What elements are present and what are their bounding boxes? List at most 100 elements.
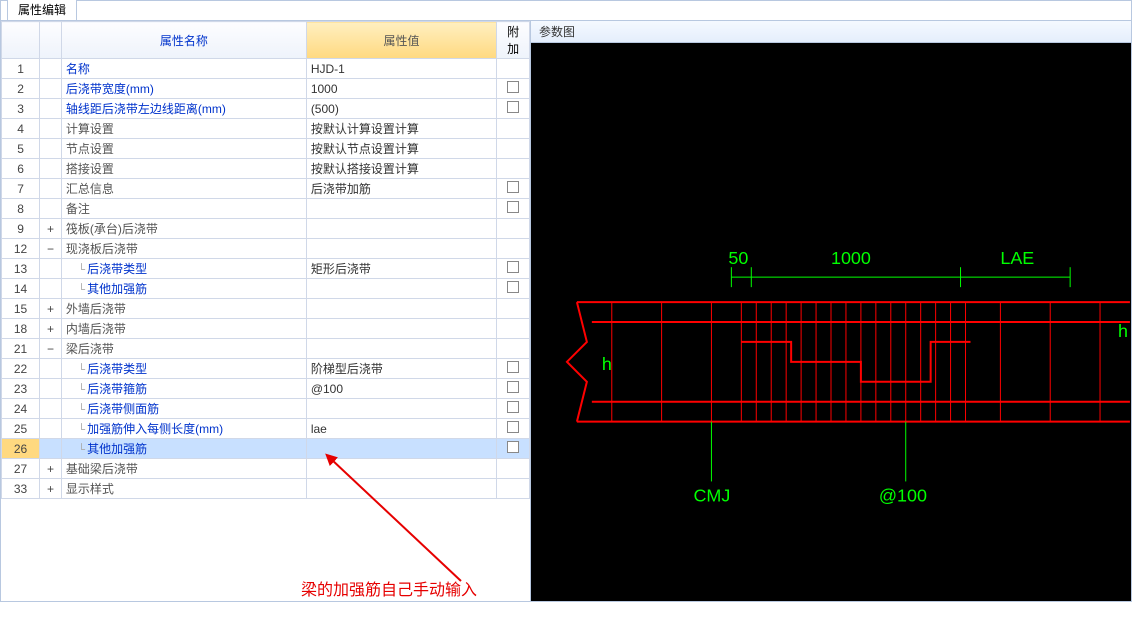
table-row[interactable]: 9+筏板(承台)后浇带 <box>2 219 530 239</box>
prop-name[interactable]: 名称 <box>61 59 306 79</box>
table-row[interactable]: 15+外墙后浇带 <box>2 299 530 319</box>
prop-name[interactable]: 备注 <box>61 199 306 219</box>
prop-value[interactable] <box>306 239 497 259</box>
prop-value[interactable]: 按默认计算设置计算 <box>306 119 497 139</box>
table-row[interactable]: 26其他加强筋 <box>2 439 530 459</box>
prop-name[interactable]: 后浇带侧面筋 <box>61 399 306 419</box>
prop-name[interactable]: 内墙后浇带 <box>61 319 306 339</box>
prop-name[interactable]: 搭接设置 <box>61 159 306 179</box>
table-row[interactable]: 6搭接设置按默认搭接设置计算 <box>2 159 530 179</box>
table-row[interactable]: 8备注 <box>2 199 530 219</box>
table-row[interactable]: 13后浇带类型矩形后浇带 <box>2 259 530 279</box>
property-grid[interactable]: 属性名称 属性值 附加 1名称HJD-12后浇带宽度(mm)10003轴线距后浇… <box>1 21 530 499</box>
expand-toggle[interactable]: + <box>40 459 62 479</box>
prop-value[interactable] <box>306 339 497 359</box>
prop-name[interactable]: 计算设置 <box>61 119 306 139</box>
prop-name[interactable]: 后浇带类型 <box>61 259 306 279</box>
checkbox-icon[interactable] <box>507 361 519 373</box>
prop-value[interactable] <box>306 319 497 339</box>
table-row[interactable]: 1名称HJD-1 <box>2 59 530 79</box>
table-row[interactable]: 18+内墙后浇带 <box>2 319 530 339</box>
expand-toggle[interactable]: − <box>40 339 62 359</box>
expand-toggle[interactable]: + <box>40 479 62 499</box>
checkbox-icon[interactable] <box>507 101 519 113</box>
checkbox-icon[interactable] <box>507 401 519 413</box>
prop-name[interactable]: 后浇带类型 <box>61 359 306 379</box>
expand-toggle[interactable]: − <box>40 239 62 259</box>
prop-value[interactable] <box>306 439 497 459</box>
prop-value[interactable] <box>306 299 497 319</box>
table-row[interactable]: 23后浇带箍筋@100 <box>2 379 530 399</box>
table-row[interactable]: 27+基础梁后浇带 <box>2 459 530 479</box>
tab-property-edit[interactable]: 属性编辑 <box>7 0 77 20</box>
expand-toggle[interactable]: + <box>40 319 62 339</box>
attach-cell[interactable] <box>497 179 530 199</box>
table-row[interactable]: 7汇总信息后浇带加筋 <box>2 179 530 199</box>
table-row[interactable]: 4计算设置按默认计算设置计算 <box>2 119 530 139</box>
attach-cell[interactable] <box>497 359 530 379</box>
prop-name[interactable]: 其他加强筋 <box>61 279 306 299</box>
attach-cell <box>497 319 530 339</box>
prop-name[interactable]: 基础梁后浇带 <box>61 459 306 479</box>
table-row[interactable]: 3轴线距后浇带左边线距离(mm)(500) <box>2 99 530 119</box>
table-row[interactable]: 2后浇带宽度(mm)1000 <box>2 79 530 99</box>
expand-toggle[interactable]: + <box>40 219 62 239</box>
checkbox-icon[interactable] <box>507 441 519 453</box>
prop-value[interactable] <box>306 479 497 499</box>
prop-name[interactable]: 筏板(承台)后浇带 <box>61 219 306 239</box>
table-row[interactable]: 12−现浇板后浇带 <box>2 239 530 259</box>
attach-cell[interactable] <box>497 419 530 439</box>
prop-value[interactable]: 1000 <box>306 79 497 99</box>
expand-toggle <box>40 139 62 159</box>
checkbox-icon[interactable] <box>507 281 519 293</box>
prop-value[interactable]: 按默认节点设置计算 <box>306 139 497 159</box>
attach-cell[interactable] <box>497 199 530 219</box>
prop-value[interactable] <box>306 399 497 419</box>
prop-name[interactable]: 后浇带宽度(mm) <box>61 79 306 99</box>
table-row[interactable]: 24后浇带侧面筋 <box>2 399 530 419</box>
prop-name[interactable]: 外墙后浇带 <box>61 299 306 319</box>
prop-name[interactable]: 现浇板后浇带 <box>61 239 306 259</box>
attach-cell[interactable] <box>497 99 530 119</box>
checkbox-icon[interactable] <box>507 81 519 93</box>
prop-value[interactable] <box>306 279 497 299</box>
table-row[interactable]: 14其他加强筋 <box>2 279 530 299</box>
checkbox-icon[interactable] <box>507 381 519 393</box>
attach-cell[interactable] <box>497 379 530 399</box>
table-row[interactable]: 33+显示样式 <box>2 479 530 499</box>
checkbox-icon[interactable] <box>507 181 519 193</box>
prop-name[interactable]: 后浇带箍筋 <box>61 379 306 399</box>
attach-cell[interactable] <box>497 79 530 99</box>
prop-value[interactable]: HJD-1 <box>306 59 497 79</box>
prop-name[interactable]: 轴线距后浇带左边线距离(mm) <box>61 99 306 119</box>
prop-name[interactable]: 汇总信息 <box>61 179 306 199</box>
prop-name[interactable]: 加强筋伸入每侧长度(mm) <box>61 419 306 439</box>
table-row[interactable]: 22后浇带类型阶梯型后浇带 <box>2 359 530 379</box>
table-row[interactable]: 25加强筋伸入每侧长度(mm)lae <box>2 419 530 439</box>
prop-value[interactable]: (500) <box>306 99 497 119</box>
prop-value[interactable] <box>306 199 497 219</box>
prop-name[interactable]: 其他加强筋 <box>61 439 306 459</box>
table-row[interactable]: 5节点设置按默认节点设置计算 <box>2 139 530 159</box>
prop-value[interactable] <box>306 219 497 239</box>
checkbox-icon[interactable] <box>507 421 519 433</box>
attach-cell[interactable] <box>497 279 530 299</box>
checkbox-icon[interactable] <box>507 261 519 273</box>
prop-value[interactable]: 阶梯型后浇带 <box>306 359 497 379</box>
table-row[interactable]: 21−梁后浇带 <box>2 339 530 359</box>
drawing-area[interactable]: 50 1000 LAE <box>531 43 1131 601</box>
prop-value[interactable]: @100 <box>306 379 497 399</box>
expand-toggle[interactable]: + <box>40 299 62 319</box>
checkbox-icon[interactable] <box>507 201 519 213</box>
attach-cell[interactable] <box>497 439 530 459</box>
prop-value[interactable]: 矩形后浇带 <box>306 259 497 279</box>
prop-value[interactable]: 按默认搭接设置计算 <box>306 159 497 179</box>
prop-value[interactable]: lae <box>306 419 497 439</box>
prop-name[interactable]: 显示样式 <box>61 479 306 499</box>
prop-name[interactable]: 节点设置 <box>61 139 306 159</box>
prop-name[interactable]: 梁后浇带 <box>61 339 306 359</box>
prop-value[interactable]: 后浇带加筋 <box>306 179 497 199</box>
prop-value[interactable] <box>306 459 497 479</box>
attach-cell[interactable] <box>497 259 530 279</box>
attach-cell[interactable] <box>497 399 530 419</box>
